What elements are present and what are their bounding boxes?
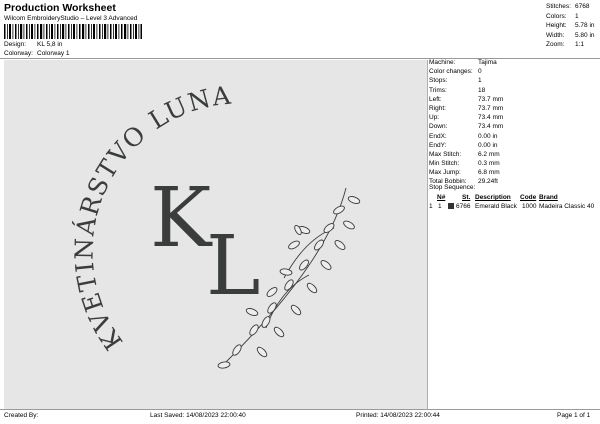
- printed-date: Printed: 14/08/2023 22:00:44: [356, 412, 440, 419]
- stop-sequence-table: N# St. Description Code Brand 1 1 6766 E…: [429, 194, 599, 212]
- property-row: Max Stitch: 6.2 mm: [429, 151, 599, 160]
- property-label: Trims:: [429, 86, 447, 94]
- table-header: N# St. Description Code Brand: [429, 194, 599, 203]
- design-value: KL 5,8 in: [37, 41, 63, 48]
- property-label: Up:: [429, 114, 440, 122]
- property-label: EndX:: [429, 132, 447, 140]
- property-value: 0.00 in: [478, 132, 498, 140]
- property-row: Down: 73.4 mm: [429, 123, 599, 132]
- embroidery-design: KVETINÁRSTVO LUNA K L: [69, 81, 361, 369]
- created-by: Created By:: [4, 412, 39, 419]
- property-label: Machine:: [429, 59, 456, 66]
- property-row: EndX: 0.00 in: [429, 133, 599, 142]
- property-row: Left: 73.7 mm: [429, 96, 599, 105]
- property-value: 73.7 mm: [478, 95, 504, 103]
- property-value: 73.4 mm: [478, 123, 504, 131]
- design-label: Design:: [4, 41, 27, 48]
- design-stats: Stitches: 6768 Colors: 1 Height: 5.78 in Wi…: [546, 3, 595, 51]
- property-label: Left:: [429, 95, 442, 103]
- property-value: 18: [478, 86, 486, 94]
- property-row: Trims: 18: [429, 87, 599, 96]
- property-label: Stops:: [429, 77, 448, 85]
- stat-width: Width: 5.80 in: [546, 31, 595, 39]
- property-row: Stops: 1: [429, 77, 599, 86]
- stop-sequence-title: Stop Sequence:: [429, 184, 476, 191]
- property-row: Max Jump: 6.8 mm: [429, 169, 599, 178]
- property-row: Color changes: 0: [429, 68, 599, 77]
- stat-stitches: Stitches: 6768: [546, 3, 590, 10]
- colorway-value: Colorway 1: [37, 50, 70, 57]
- property-label: Right:: [429, 104, 446, 112]
- property-value: 0: [478, 68, 482, 76]
- footer-divider: [0, 409, 600, 410]
- stat-height: Height: 5.78 in: [546, 22, 595, 30]
- property-value: 0.00 in: [478, 141, 498, 149]
- col-description: Description: [475, 194, 511, 201]
- monogram-l: L: [206, 219, 260, 314]
- property-label: Max Jump:: [429, 169, 461, 177]
- table-row: 1 1 6766 Emerald Black 1000 Madeira Clas…: [429, 203, 595, 210]
- col-code: Code: [520, 194, 537, 201]
- monogram-k: K: [150, 171, 213, 266]
- property-row: Machine: Tajima: [429, 59, 599, 68]
- property-value: 73.4 mm: [478, 114, 504, 122]
- property-label: Min Stitch:: [429, 160, 460, 168]
- page-number: Page 1 of 1: [557, 412, 591, 419]
- col-st: St.: [462, 194, 471, 201]
- colorway-label: Colorway:: [4, 50, 33, 57]
- thread-color-swatch: [448, 203, 454, 209]
- barcode: [4, 24, 142, 39]
- property-row: Right: 73.7 mm: [429, 105, 599, 114]
- property-row: Up: 73.4 mm: [429, 114, 599, 123]
- property-value: 73.7 mm: [478, 104, 504, 112]
- stat-zoom: Zoom: 1:1: [546, 41, 585, 49]
- property-label: Max Stitch:: [429, 150, 462, 158]
- colorway-row: Colorway: Colorway 1: [4, 50, 70, 57]
- property-value: 6.8 mm: [478, 169, 500, 177]
- property-value: 0.3 mm: [478, 160, 500, 168]
- stat-colors: Colors: 1: [546, 12, 579, 20]
- col-brand: Brand: [539, 194, 558, 201]
- property-value: 6.2 mm: [478, 150, 500, 158]
- machine-properties: Machine: Tajima Color changes: 0 Stops: 1 Trim…: [429, 59, 599, 188]
- property-value: 1: [478, 77, 482, 85]
- property-row: Min Stitch: 0.3 mm: [429, 160, 599, 169]
- property-label: EndY:: [429, 141, 447, 149]
- software-name: Wilcom EmbroideryStudio – Level 3 Advanc…: [4, 15, 138, 22]
- design-preview: KVETINÁRSTVO LUNA K L: [4, 60, 428, 409]
- property-label: Down:: [429, 123, 448, 131]
- property-value: 29.24ft: [478, 178, 498, 186]
- design-row: Design: KL 5,8 in: [4, 41, 62, 48]
- worksheet-title: Production Worksheet: [4, 2, 116, 14]
- property-value: Tajima: [478, 59, 497, 66]
- property-label: Color changes:: [429, 68, 473, 76]
- last-saved: Last Saved: 14/08/2023 22:00:40: [150, 412, 246, 419]
- col-n: N#: [437, 194, 446, 201]
- property-row: EndY: 0.00 in: [429, 142, 599, 151]
